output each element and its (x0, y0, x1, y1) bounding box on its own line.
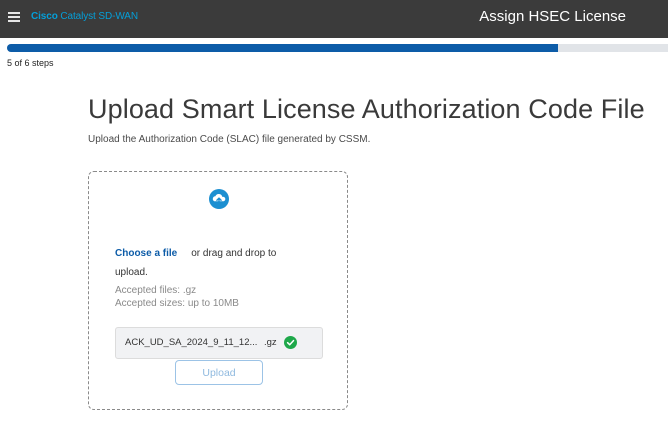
page-subtitle: Upload the Authorization Code (SLAC) fil… (88, 134, 371, 145)
drag-drop-text: or drag and drop to (191, 248, 277, 259)
check-circle-icon (284, 336, 297, 349)
selected-file-chip: ACK_UD_SA_2024_9_11_12... .gz (115, 327, 323, 359)
brand-rest: Catalyst SD-WAN (57, 11, 138, 22)
progress-bar (7, 44, 668, 52)
file-dropzone[interactable]: Choose a file or drag and drop to upload.… (88, 171, 348, 410)
accepted-sizes-text: Accepted sizes: up to 10MB (115, 297, 239, 309)
page-title: Upload Smart License Authorization Code … (88, 94, 645, 124)
file-extension: .gz (264, 337, 277, 348)
brand-bold: Cisco (31, 11, 58, 22)
hamburger-menu-icon[interactable] (8, 12, 20, 22)
accepted-info: Accepted files: .gz Accepted sizes: up t… (115, 285, 239, 310)
step-counter: 5 of 6 steps (7, 58, 54, 68)
accepted-files-text: Accepted files: .gz (115, 285, 197, 296)
drag-drop-text-2: upload. (115, 267, 148, 278)
cloud-upload-icon[interactable] (209, 189, 229, 209)
upload-button[interactable]: Upload (175, 360, 263, 385)
top-bar: Cisco Catalyst SD-WAN Assign HSEC Licens… (0, 0, 668, 38)
window-title: Assign HSEC License (479, 8, 626, 25)
choose-file-link[interactable]: Choose a file (115, 248, 177, 259)
file-name: ACK_UD_SA_2024_9_11_12... (125, 337, 258, 348)
choose-file-line: Choose a file or drag and drop to (115, 248, 276, 259)
brand-name: Cisco Catalyst SD-WAN (31, 11, 138, 22)
progress-fill (7, 44, 558, 52)
